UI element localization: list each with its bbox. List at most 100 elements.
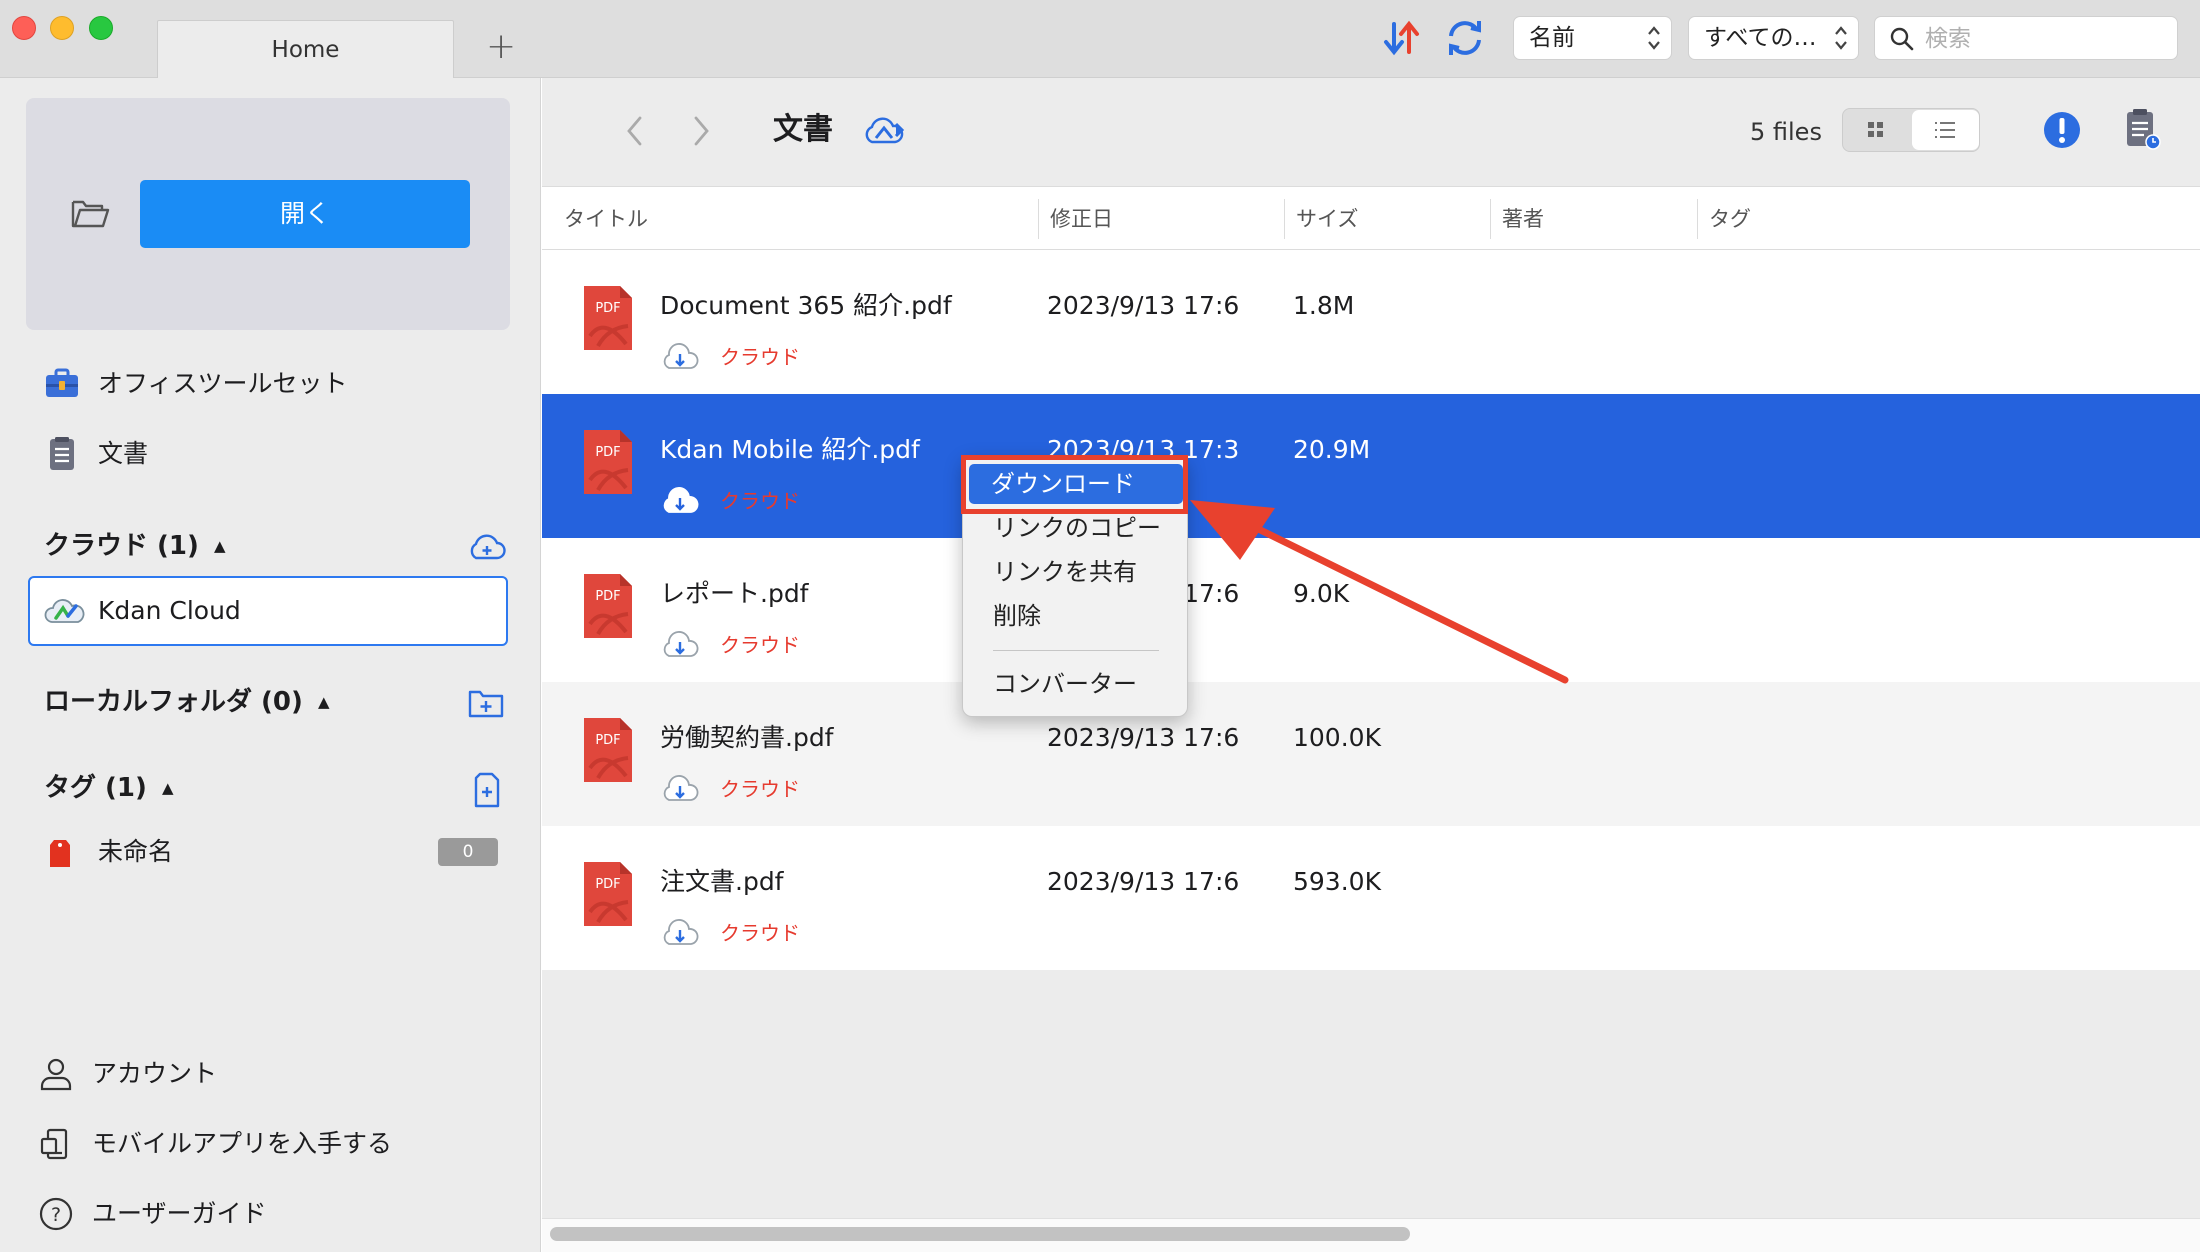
sidebar-item-label: アカウント bbox=[92, 1059, 218, 1088]
list-icon bbox=[1935, 122, 1955, 138]
sort-order-icon[interactable] bbox=[1380, 16, 1424, 60]
add-cloud-icon[interactable] bbox=[466, 528, 506, 568]
file-name: 労働契約書.pdf bbox=[660, 723, 834, 752]
cloud-status: クラウド bbox=[720, 345, 800, 369]
horizontal-scrollbar[interactable] bbox=[550, 1227, 1410, 1241]
add-tag-icon[interactable] bbox=[466, 770, 506, 810]
pdf-file-icon: PDF bbox=[584, 286, 632, 350]
toolbox-icon bbox=[46, 368, 78, 397]
open-panel: 開く bbox=[26, 98, 510, 330]
local-folder-section-header[interactable]: ローカルフォルダ (0) ▲ bbox=[44, 682, 330, 722]
cloud-download-icon[interactable] bbox=[660, 918, 700, 948]
folder-open-icon bbox=[71, 200, 110, 228]
svg-text:PDF: PDF bbox=[595, 445, 620, 460]
local-folder-section-title: ローカルフォルダ (0) bbox=[44, 687, 303, 717]
pdf-file-icon: PDF bbox=[584, 430, 632, 494]
svg-text:PDF: PDF bbox=[595, 877, 620, 892]
cloud-status: クラウド bbox=[720, 489, 800, 513]
grid-view-button[interactable] bbox=[1843, 109, 1911, 151]
pdf-file-icon: PDF bbox=[584, 574, 632, 638]
search-field[interactable] bbox=[1874, 16, 2178, 60]
file-date: 2023/9/13 17:6 bbox=[1047, 867, 1240, 896]
annotation-highlight-box bbox=[961, 455, 1188, 514]
sort-select[interactable]: 名前 bbox=[1513, 16, 1672, 60]
kdan-cloud-label: Kdan Cloud bbox=[98, 596, 241, 625]
sidebar-item-kdan-cloud[interactable]: Kdan Cloud bbox=[28, 576, 508, 646]
pdf-file-icon: PDF bbox=[584, 718, 632, 782]
file-name: 注文書.pdf bbox=[660, 867, 784, 896]
annotation-arrow-icon bbox=[1190, 500, 1569, 684]
menu-divider bbox=[993, 650, 1159, 651]
file-name: レポート.pdf bbox=[660, 579, 809, 608]
filter-select-value: すべての… bbox=[1704, 25, 1817, 51]
sort-select-value: 名前 bbox=[1529, 25, 1575, 51]
cloud-download-icon[interactable] bbox=[660, 774, 700, 804]
search-input[interactable] bbox=[1925, 23, 2165, 55]
help-icon: ? bbox=[39, 1197, 73, 1231]
main-toolbar: 文書 5 files bbox=[542, 78, 2200, 186]
file-size: 100.0K bbox=[1293, 723, 1381, 752]
cloud-sync-icon[interactable] bbox=[862, 114, 906, 148]
table-row[interactable]: PDF 注文書.pdf 2023/9/13 17:6 593.0K クラウド bbox=[542, 826, 2200, 970]
up-down-chevron-icon bbox=[1835, 26, 1847, 50]
cloud-section-title: クラウド (1) bbox=[44, 531, 199, 561]
cloud-download-icon[interactable] bbox=[660, 630, 700, 660]
filter-select[interactable]: すべての… bbox=[1688, 16, 1859, 60]
task-list-icon[interactable] bbox=[2122, 106, 2162, 152]
up-down-chevron-icon bbox=[1648, 26, 1660, 50]
column-author[interactable]: 著者 bbox=[1502, 187, 1544, 251]
collapse-arrow-icon: ▲ bbox=[161, 779, 174, 797]
svg-text:PDF: PDF bbox=[595, 301, 620, 316]
zoom-window-button[interactable] bbox=[89, 16, 113, 40]
close-window-button[interactable] bbox=[12, 16, 36, 40]
table-row[interactable]: PDF 労働契約書.pdf 2023/9/13 17:6 100.0K クラウド bbox=[542, 682, 2200, 826]
svg-text:PDF: PDF bbox=[595, 589, 620, 604]
add-folder-icon[interactable] bbox=[466, 683, 506, 723]
cloud-download-icon[interactable] bbox=[660, 486, 700, 516]
kdan-cloud-icon bbox=[44, 599, 85, 623]
menu-item-share-link[interactable]: リンクを共有 bbox=[993, 552, 1137, 592]
back-arrow-icon[interactable] bbox=[624, 114, 646, 148]
column-modified[interactable]: 修正日 bbox=[1050, 187, 1113, 251]
open-button[interactable]: 開く bbox=[140, 180, 470, 248]
cloud-status: クラウド bbox=[720, 633, 800, 657]
column-header: タイトル 修正日 サイズ 著者 タグ bbox=[542, 186, 2200, 250]
title-bar: Home + 名前 すべての… bbox=[0, 0, 2200, 78]
file-count: 5 files bbox=[1750, 118, 1822, 146]
file-size: 593.0K bbox=[1293, 867, 1381, 896]
file-name: Document 365 紹介.pdf bbox=[660, 291, 952, 320]
file-size: 20.9M bbox=[1293, 435, 1371, 464]
menu-item-converter[interactable]: コンバーター bbox=[993, 664, 1137, 704]
tag-section-header[interactable]: タグ (1) ▲ bbox=[44, 768, 174, 808]
file-size: 1.8M bbox=[1293, 291, 1355, 320]
tag-section-title: タグ (1) bbox=[44, 773, 147, 803]
alert-icon[interactable] bbox=[2042, 110, 2082, 150]
minimize-window-button[interactable] bbox=[50, 16, 74, 40]
document-icon bbox=[50, 437, 74, 470]
column-size[interactable]: サイズ bbox=[1296, 187, 1358, 251]
svg-text:?: ? bbox=[51, 1204, 61, 1226]
menu-item-copy-link[interactable]: リンクのコピー bbox=[993, 508, 1161, 548]
tab-home[interactable]: Home bbox=[157, 20, 454, 78]
column-title[interactable]: タイトル bbox=[564, 187, 648, 251]
horizontal-scroll-area bbox=[542, 1218, 2200, 1252]
cloud-section-header[interactable]: クラウド (1) ▲ bbox=[44, 526, 226, 566]
cloud-download-icon[interactable] bbox=[660, 342, 700, 372]
page-title: 文書 bbox=[773, 112, 833, 147]
person-icon bbox=[40, 1058, 72, 1091]
new-tab-button[interactable]: + bbox=[486, 27, 516, 67]
tag-count-badge: 0 bbox=[438, 838, 498, 866]
column-tag[interactable]: タグ bbox=[1709, 187, 1751, 251]
file-name: Kdan Mobile 紹介.pdf bbox=[660, 435, 920, 464]
collapse-arrow-icon: ▲ bbox=[213, 537, 226, 555]
view-toggle bbox=[1842, 108, 1980, 152]
forward-arrow-icon[interactable] bbox=[690, 114, 712, 148]
grid-icon bbox=[1868, 122, 1883, 137]
list-view-button[interactable] bbox=[1912, 110, 1979, 150]
collapse-arrow-icon: ▲ bbox=[317, 693, 330, 711]
sync-icon[interactable] bbox=[1443, 16, 1487, 60]
svg-text:PDF: PDF bbox=[595, 733, 620, 748]
mobile-app-icon bbox=[40, 1128, 68, 1160]
menu-item-delete[interactable]: 削除 bbox=[993, 596, 1041, 636]
table-row[interactable]: PDF Document 365 紹介.pdf 2023/9/13 17:6 1… bbox=[542, 250, 2200, 394]
